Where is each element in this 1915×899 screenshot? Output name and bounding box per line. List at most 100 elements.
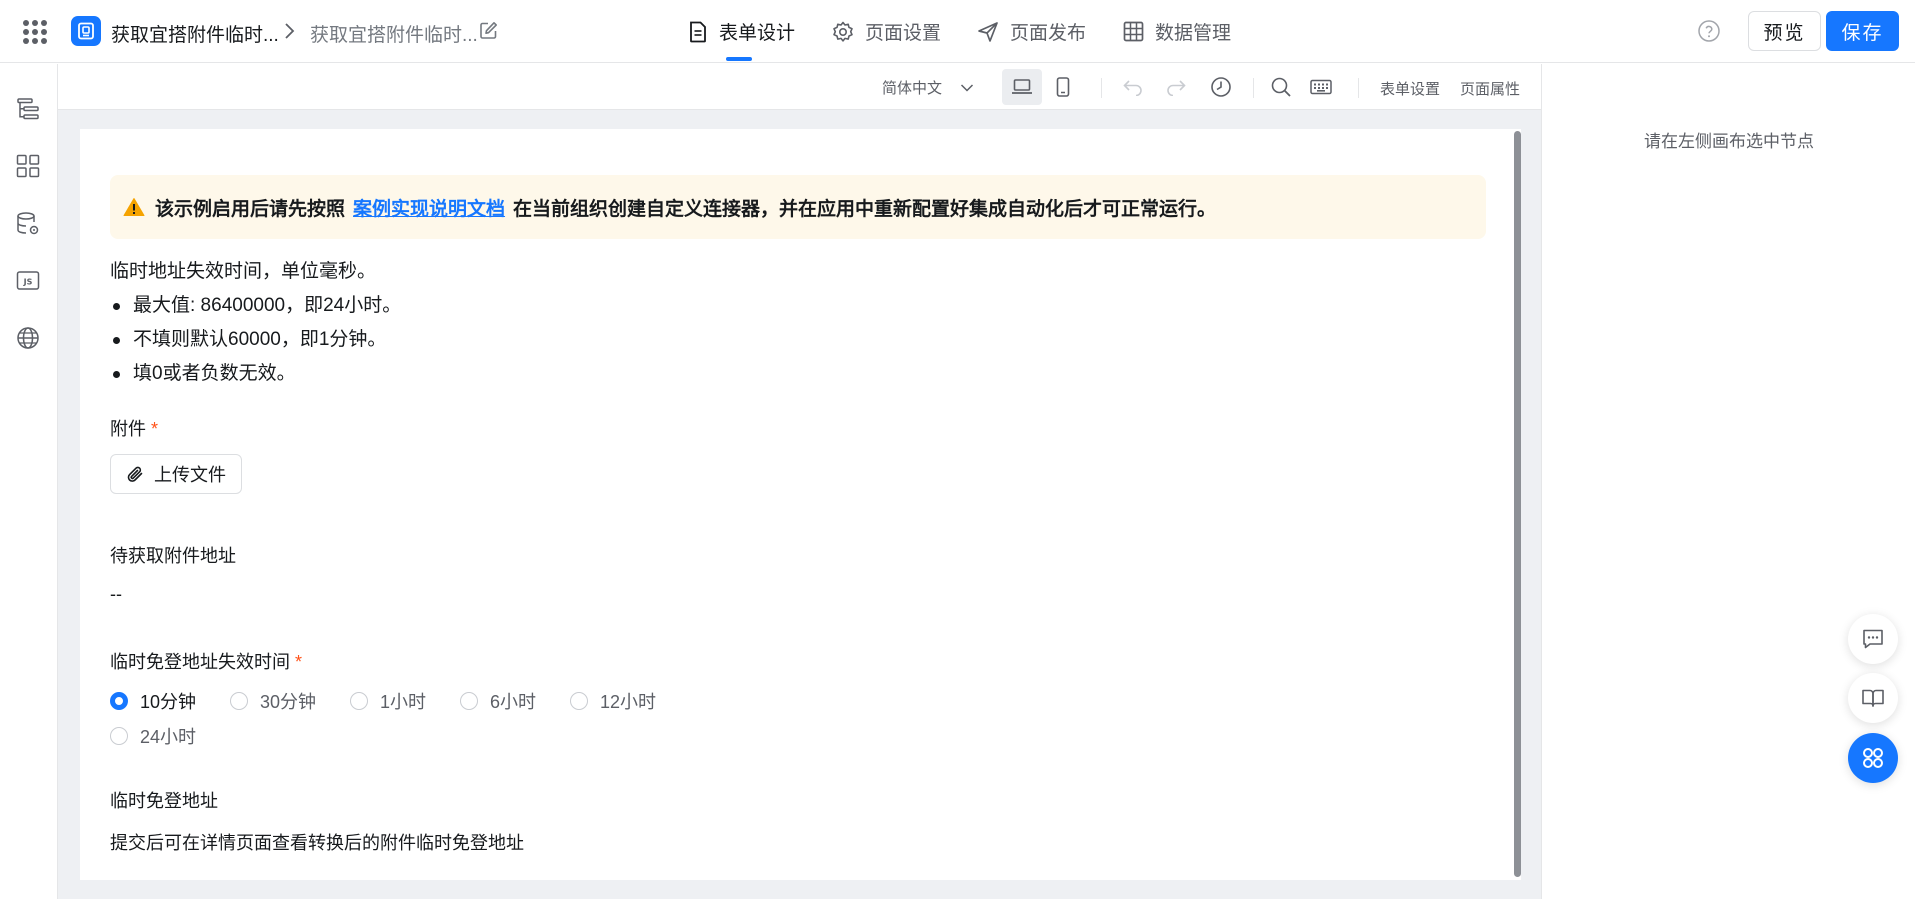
- sidebar-item-datasource[interactable]: [13, 209, 43, 239]
- list-item: 填0或者负数无效。: [110, 357, 401, 391]
- redo-icon: [1167, 80, 1186, 96]
- doc-link[interactable]: 案例实现说明文档: [353, 194, 505, 221]
- preview-button[interactable]: 预览: [1748, 11, 1821, 51]
- outline-tree-icon: [17, 98, 39, 120]
- radio-label: 30分钟: [260, 692, 317, 712]
- chevron-down-icon: [960, 83, 974, 92]
- tab-label: 表单设计: [719, 23, 796, 44]
- save-button[interactable]: 保存: [1826, 11, 1899, 51]
- radio-6h[interactable]: 6小时: [460, 688, 536, 714]
- radio-30min[interactable]: 30分钟: [230, 688, 316, 714]
- desc-list: 最大值: 86400000，即24小时。 不填则默认60000，即1分钟。 填0…: [110, 289, 401, 391]
- radio-1h[interactable]: 1小时: [350, 688, 426, 714]
- warning-alert: 该示例启用后请先按照 案例实现说明文档 在当前组织创建自定义连接器，并在应用中重…: [110, 175, 1486, 239]
- help-icon[interactable]: [1697, 19, 1721, 43]
- desc-title: 临时地址失效时间，单位毫秒。: [110, 261, 377, 282]
- tab-form-design[interactable]: 表单设计: [688, 0, 795, 63]
- svg-text:JS: JS: [23, 278, 33, 287]
- desktop-view-button[interactable]: [1002, 69, 1042, 105]
- radio-24h[interactable]: 24小时: [110, 723, 196, 749]
- table-icon: [1123, 21, 1144, 42]
- send-icon: [978, 21, 998, 42]
- search-button[interactable]: [1261, 69, 1301, 105]
- tab-page-publish[interactable]: 页面发布: [977, 0, 1086, 63]
- radio-dot: [230, 692, 248, 710]
- redo-button[interactable]: [1156, 69, 1196, 105]
- pending-attachment-value: --: [110, 584, 122, 604]
- temp-url-value: 提交后可在详情页面查看转换后的附件临时免登地址: [110, 833, 524, 853]
- sidebar-item-js[interactable]: JS: [13, 266, 43, 296]
- description-text: 临时地址失效时间，单位毫秒。 最大值: 86400000，即24小时。 不填则默…: [110, 255, 401, 391]
- design-canvas: 简体中文 表单设置 页面属性 该示例启用后请先按照 案例实现说明文档 在当前组织…: [58, 64, 1541, 899]
- js-code-icon: JS: [16, 271, 40, 290]
- radio-10min[interactable]: 10分钟: [110, 688, 196, 714]
- tab-label: 页面设置: [865, 23, 942, 44]
- tab-data-management[interactable]: 数据管理: [1123, 0, 1231, 63]
- top-bar: 获取宜搭附件临时... 获取宜搭附件临时... 表单设计 页面设置 页面发布 数…: [0, 0, 1915, 63]
- app-logo-icon: [71, 16, 101, 46]
- mobile-view-button[interactable]: [1043, 69, 1083, 105]
- search-icon: [1271, 77, 1291, 97]
- undo-icon: [1123, 80, 1142, 96]
- app-name[interactable]: 获取宜搭附件临时...: [111, 20, 279, 47]
- radio-dot: [110, 692, 128, 710]
- chat-bubble-icon: [1863, 629, 1883, 649]
- gear-icon: [833, 21, 853, 42]
- list-item: 不填则默认60000，即1分钟。: [110, 323, 401, 357]
- chevron-right-icon: [285, 23, 295, 39]
- page-name: 获取宜搭附件临时...: [310, 25, 478, 46]
- edit-icon[interactable]: [479, 21, 498, 40]
- shortcut-keyboard-button[interactable]: [1301, 69, 1341, 105]
- warning-icon: [123, 198, 145, 216]
- temp-url-label: 临时免登地址: [110, 791, 218, 811]
- radio-label: 24小时: [140, 727, 197, 747]
- radio-dot: [460, 692, 478, 710]
- radio-12h[interactable]: 12小时: [570, 688, 656, 714]
- app-launcher-icon[interactable]: [23, 20, 47, 44]
- book-icon: [1862, 689, 1884, 707]
- language-value: 简体中文: [882, 80, 943, 97]
- radio-dot: [570, 692, 588, 710]
- radio-dot: [110, 727, 128, 745]
- required-mark: *: [295, 652, 303, 672]
- list-item: 最大值: 86400000，即24小时。: [110, 289, 401, 323]
- apps-icon: [1863, 748, 1883, 768]
- tab-label: 页面发布: [1010, 23, 1087, 44]
- toolbar-divider: [1358, 78, 1359, 98]
- toolbar-divider: [1253, 78, 1254, 98]
- radio-label: 10分钟: [140, 692, 197, 712]
- pending-attachment-label: 待获取附件地址: [110, 546, 236, 566]
- form-settings-button[interactable]: 表单设置: [1380, 78, 1440, 99]
- quick-tools-button[interactable]: [1848, 733, 1898, 783]
- sidebar-item-components[interactable]: [13, 151, 43, 181]
- upload-file-button[interactable]: 上传文件: [110, 454, 242, 494]
- language-select[interactable]: 简体中文: [882, 77, 974, 98]
- mobile-icon: [1056, 77, 1070, 97]
- radio-dot: [350, 692, 368, 710]
- alert-suffix: 在当前组织创建自定义连接器，并在应用中重新配置好集成自动化后才可正常运行。: [513, 198, 1217, 220]
- left-sidebar: JS: [0, 64, 58, 899]
- keyboard-icon: [1310, 79, 1332, 95]
- feedback-button[interactable]: [1848, 614, 1898, 664]
- canvas-toolbar: 简体中文 表单设置 页面属性: [58, 64, 1541, 110]
- sidebar-item-outline[interactable]: [13, 94, 43, 124]
- datasource-icon: [17, 212, 39, 235]
- sidebar-item-globe[interactable]: [13, 323, 43, 353]
- expire-time-label: 临时免登地址失效时间 *: [110, 648, 302, 674]
- history-button[interactable]: [1201, 69, 1241, 105]
- undo-button[interactable]: [1113, 69, 1153, 105]
- required-mark: *: [151, 419, 159, 439]
- form-canvas-card: 该示例启用后请先按照 案例实现说明文档 在当前组织创建自定义连接器，并在应用中重…: [80, 129, 1521, 880]
- help-docs-button[interactable]: [1848, 673, 1898, 723]
- document-icon: [690, 21, 706, 42]
- tab-page-settings[interactable]: 页面设置: [832, 0, 941, 63]
- laptop-icon: [1012, 79, 1032, 94]
- page-properties-button[interactable]: 页面属性: [1460, 78, 1520, 99]
- history-clock-icon: [1211, 77, 1231, 97]
- canvas-scrollbar[interactable]: [1514, 131, 1521, 877]
- attachment-label: 附件 *: [110, 415, 158, 441]
- paperclip-icon: [127, 466, 143, 482]
- label-text: 附件: [110, 419, 146, 439]
- radio-label: 6小时: [490, 692, 537, 712]
- upload-label: 上传文件: [154, 465, 226, 485]
